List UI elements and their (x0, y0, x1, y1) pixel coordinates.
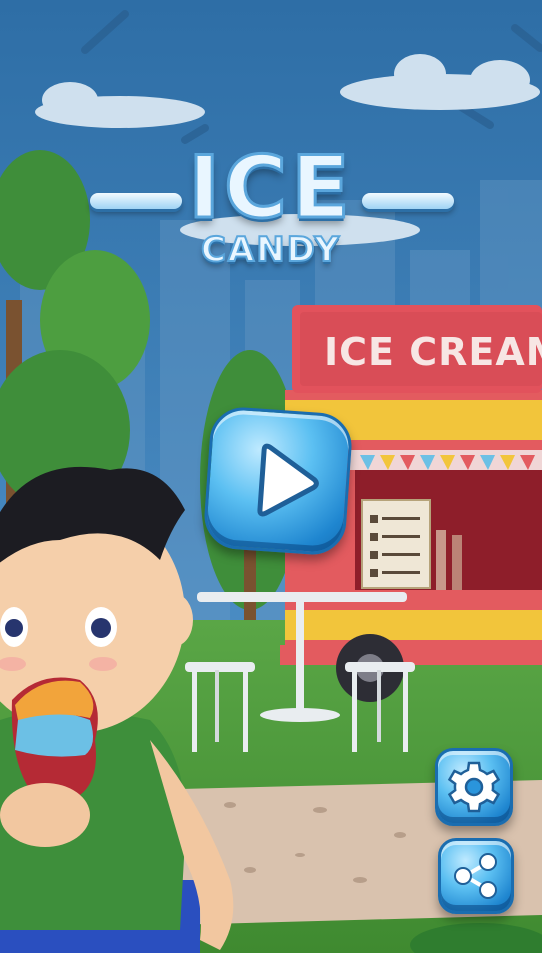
gear-icon (447, 761, 501, 813)
title-sub: CANDY (200, 229, 342, 271)
game-title: ICE CANDY (0, 137, 542, 278)
truck-sign-text: ICE CREAM (324, 330, 542, 374)
play-icon (257, 443, 319, 517)
share-icon (454, 853, 497, 899)
share-button[interactable] (438, 838, 514, 914)
settings-button[interactable] (435, 748, 513, 826)
play-button[interactable] (202, 405, 354, 557)
game-screen: ICE CANDY ICE CREAM (0, 0, 542, 953)
title-main: ICE (187, 137, 354, 240)
